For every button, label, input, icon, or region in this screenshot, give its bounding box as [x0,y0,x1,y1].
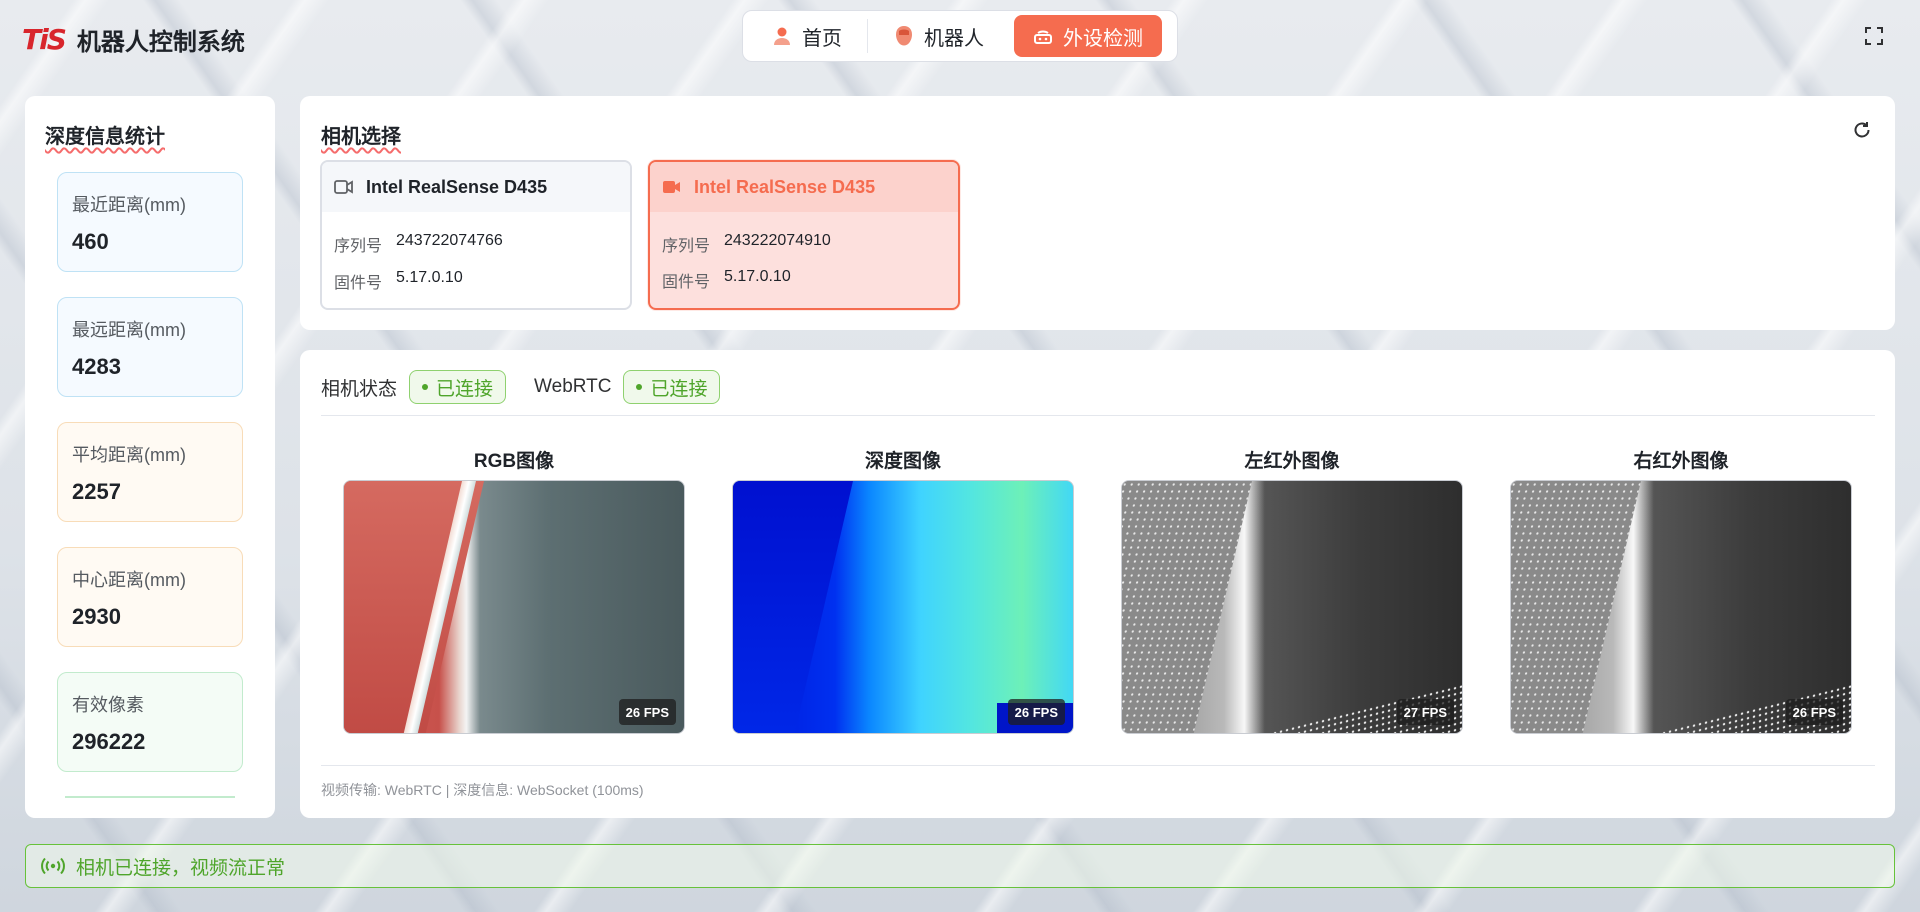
depth-video: 26 FPS [732,480,1074,734]
webrtc-status-label: WebRTC [534,376,612,397]
feed-title: RGB图像 [473,451,555,472]
main-nav: 首页 机器人 外设检测 [742,10,1178,62]
nav-peripheral-detect[interactable]: 外设检测 [1014,15,1162,57]
stat-value: 2257 [72,479,121,504]
nav-peripheral-label: 外设检测 [1063,27,1143,50]
camera-serial-row: 序列号 243222074910 [662,232,831,256]
video-camera-icon [334,179,354,195]
serial-label: 序列号 [662,238,711,255]
next-stat-edge [65,796,235,798]
feed-right-ir: 右红外图像 26 FPS [1510,446,1852,734]
user-icon [772,26,792,46]
stat-valid-pixels: 有效像素 296222 [57,672,243,772]
fps-badge: 26 FPS [618,699,676,725]
logo-mark: TiS [22,22,67,56]
rgb-video: 26 FPS [343,480,685,734]
serial-label: 序列号 [334,238,383,255]
robot-head-icon [894,25,914,47]
camera-status-text: 已连接 [436,378,494,400]
status-message: 相机已连接，视频流正常 [76,857,286,879]
camera-card-header: Intel RealSense D435 [650,162,958,212]
stat-value: 4283 [72,354,121,379]
webrtc-status-text: 已连接 [650,378,708,400]
firmware-label: 固件号 [334,275,383,292]
stat-value: 460 [72,229,109,254]
stat-label: 最近距离(mm) [72,195,186,215]
firmware-label: 固件号 [662,274,711,291]
depth-stats-panel: 深度信息统计 最近距离(mm) 460 最远距离(mm) 4283 平均距离(m… [25,96,275,818]
stat-label: 平均距离(mm) [72,445,186,465]
transport-info: 视频传输: WebRTC | 深度信息: WebSocket (100ms) [321,782,644,798]
camera-firmware-row: 固件号 5.17.0.10 [662,268,791,292]
depth-stats-title: 深度信息统计 [45,126,165,148]
camera-firmware-row: 固件号 5.17.0.10 [334,269,463,293]
app-title: 机器人控制系统 [76,29,245,56]
connection-status-row: 相机状态 已连接 WebRTC 已连接 [321,370,748,404]
stat-avg-distance: 平均距离(mm) 2257 [57,422,243,522]
feed-rgb: RGB图像 26 FPS [343,446,685,734]
status-dot-icon [636,384,643,390]
right-ir-video: 26 FPS [1510,480,1852,734]
fps-badge: 27 FPS [1396,699,1454,725]
camera-serial-row: 序列号 243722074766 [334,232,503,256]
feed-depth: 深度图像 26 FPS [732,446,1074,734]
nav-robot-label: 机器人 [924,27,984,50]
nav-home-label: 首页 [802,27,842,50]
app-header: TiS 机器人控制系统 首页 机器人 外设检测 [0,0,1920,74]
feed-title: 右红外图像 [1633,451,1729,472]
nav-robot[interactable]: 机器人 [868,15,1010,57]
fps-badge: 26 FPS [1785,699,1843,725]
stat-center-distance: 中心距离(mm) 2930 [57,547,243,647]
webrtc-status-badge: 已连接 [623,370,721,404]
stat-label: 最远距离(mm) [72,320,186,340]
camera-select-panel: 相机选择 Intel RealSense D435 序列号 2437220747… [300,96,1895,330]
firmware-value: 5.17.0.10 [396,269,463,286]
firmware-value: 5.17.0.10 [724,268,791,285]
serial-value: 243222074910 [724,232,831,249]
status-dot-icon [422,384,429,390]
stat-label: 有效像素 [72,695,144,715]
video-camera-icon [662,179,682,195]
status-bar: 相机已连接，视频流正常 [25,844,1895,888]
camera-card-1[interactable]: Intel RealSense D435 序列号 243722074766 固件… [320,160,632,310]
feed-left-ir: 左红外图像 27 FPS [1121,446,1463,734]
camera-status-label: 相机状态 [321,378,398,400]
camera-name: Intel RealSense D435 [694,176,876,197]
stat-value: 2930 [72,604,121,629]
camera-card-header: Intel RealSense D435 [322,162,630,212]
divider [321,415,1875,416]
fullscreen-icon[interactable] [1864,26,1884,46]
app-logo: TiS 机器人控制系统 [22,22,245,57]
serial-value: 243722074766 [396,232,503,249]
divider [321,765,1875,766]
device-icon [1033,26,1053,46]
feed-title: 深度图像 [864,451,941,472]
camera-select-title: 相机选择 [321,126,401,148]
video-stream-panel: 相机状态 已连接 WebRTC 已连接 RGB图像 26 FPS 深度图像 26… [300,350,1895,818]
camera-name: Intel RealSense D435 [366,176,548,197]
camera-card-2-selected[interactable]: Intel RealSense D435 序列号 243222074910 固件… [648,160,960,310]
nav-home[interactable]: 首页 [747,15,867,57]
left-ir-video: 27 FPS [1121,480,1463,734]
feed-title: 左红外图像 [1244,451,1340,472]
stat-max-distance: 最远距离(mm) 4283 [57,297,243,397]
camera-status-badge: 已连接 [409,370,507,404]
stat-min-distance: 最近距离(mm) 460 [57,172,243,272]
signal-broadcast-icon [40,856,66,876]
stat-label: 中心距离(mm) [72,570,186,590]
fps-badge: 26 FPS [1007,699,1065,725]
stat-value: 296222 [72,729,146,754]
refresh-icon[interactable] [1852,120,1872,140]
